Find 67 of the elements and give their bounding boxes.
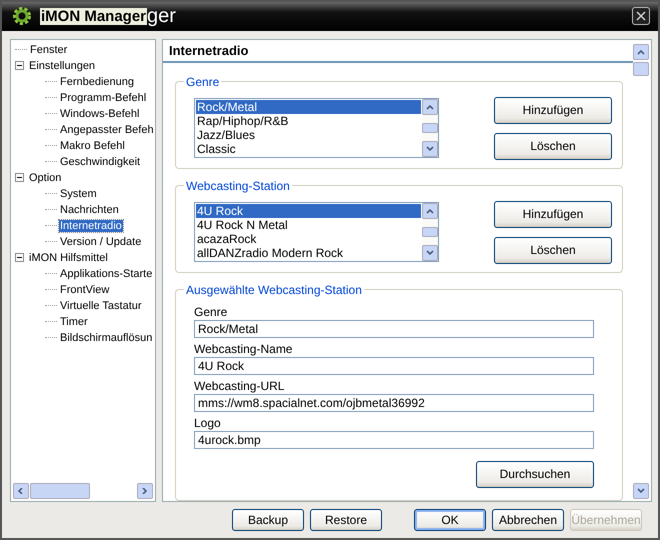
- field-label: Logo: [194, 416, 222, 430]
- collapse-icon[interactable]: [15, 253, 24, 262]
- list-box[interactable]: 4U Rock 4U Rock N Metal acazaRock allDANZradio Modern Rock: [194, 202, 439, 262]
- tree-item[interactable]: Virtuelle Tastatur: [59, 300, 143, 312]
- tree-item[interactable]: Angepasster Befeh: [59, 124, 155, 136]
- vertical-scrollbar[interactable]: [422, 203, 438, 262]
- group-title: Webcasting-Station: [185, 178, 291, 193]
- tree-item[interactable]: Programm-Befehl: [59, 92, 148, 104]
- group-title: Genre: [185, 74, 220, 89]
- tree-item[interactable]: Internetradio: [59, 220, 123, 232]
- input-field[interactable]: 4urock.bmp: [194, 430, 594, 449]
- collapse-icon[interactable]: [15, 61, 24, 70]
- tree-item[interactable]: iMON Hilfsmittel: [28, 252, 109, 264]
- input-field[interactable]: 4U Rock: [194, 356, 594, 375]
- browse-button[interactable]: Durchsuchen: [476, 460, 594, 488]
- delete-button[interactable]: Löschen: [494, 236, 612, 264]
- group-title: Ausgewählte Webcasting-Station: [185, 282, 363, 297]
- cancel-button[interactable]: Abbrechen: [492, 508, 564, 531]
- add-button[interactable]: Hinzufügen: [494, 200, 612, 228]
- list-item[interactable]: 4U Rock: [196, 204, 421, 218]
- input-field[interactable]: mms://wm8.spacialnet.com/ojbmetal36992: [194, 394, 594, 412]
- tree-item[interactable]: Nachrichten: [59, 204, 120, 216]
- arrow-up-icon[interactable]: [637, 48, 645, 55]
- tree-item[interactable]: Einstellungen: [28, 60, 96, 72]
- arrow-right-icon[interactable]: [141, 488, 149, 494]
- add-button[interactable]: Hinzufügen: [494, 96, 612, 124]
- close-button[interactable]: [632, 7, 650, 26]
- field-label: Webcasting-URL: [194, 378, 286, 393]
- tree-item[interactable]: Fernbedienung: [59, 76, 136, 88]
- tree-item[interactable]: Version / Update: [59, 236, 142, 248]
- ok-button[interactable]: OK: [414, 508, 486, 531]
- tree-item[interactable]: Fenster: [29, 44, 68, 56]
- input-field[interactable]: Rock/Metal: [194, 320, 594, 338]
- collapse-icon[interactable]: [15, 173, 24, 182]
- horizontal-scrollbar[interactable]: [13, 482, 153, 499]
- footer-button[interactable]: Restore: [310, 508, 382, 531]
- tree-item[interactable]: Applikations-Starte: [59, 268, 154, 280]
- arrow-up-icon[interactable]: [426, 104, 434, 110]
- list-box[interactable]: Rock/Metal Rap/Hiphop/R&B Jazz/Blues Classic: [194, 98, 439, 158]
- tree-item[interactable]: Geschwindigkeit: [59, 156, 142, 168]
- window-title: iMON Manager: [40, 8, 148, 25]
- scroll-thumb[interactable]: [633, 62, 649, 76]
- scroll-thumb[interactable]: [422, 227, 438, 238]
- arrow-down-icon[interactable]: [426, 250, 434, 256]
- gear-icon: [12, 6, 32, 26]
- arrow-left-icon[interactable]: [17, 488, 25, 494]
- scroll-thumb[interactable]: [422, 123, 438, 134]
- tree-item[interactable]: Bildschirmauflösun: [59, 332, 154, 344]
- vertical-scrollbar[interactable]: [422, 99, 438, 158]
- tree-item[interactable]: Option: [28, 172, 62, 184]
- tree-item[interactable]: Makro Befehl: [59, 140, 126, 152]
- close-icon: [636, 11, 646, 22]
- arrow-down-icon[interactable]: [426, 146, 434, 152]
- tree-item[interactable]: Timer: [59, 316, 89, 328]
- arrow-down-icon[interactable]: [637, 488, 645, 494]
- scroll-thumb[interactable]: [30, 482, 90, 499]
- tree-item[interactable]: FrontView: [59, 284, 110, 296]
- footer-button[interactable]: Backup: [232, 508, 304, 531]
- field-label: Webcasting-Name: [194, 342, 294, 356]
- arrow-up-icon[interactable]: [426, 208, 434, 214]
- panel-title: Internetradio: [163, 40, 633, 63]
- tree-item[interactable]: Windows-Befehl: [59, 108, 140, 120]
- list-item[interactable]: Rock/Metal: [196, 100, 421, 114]
- field-label: Genre: [194, 304, 228, 319]
- tree-item[interactable]: System: [59, 188, 98, 200]
- title-echo: ger: [147, 4, 176, 28]
- delete-button[interactable]: Löschen: [494, 132, 612, 160]
